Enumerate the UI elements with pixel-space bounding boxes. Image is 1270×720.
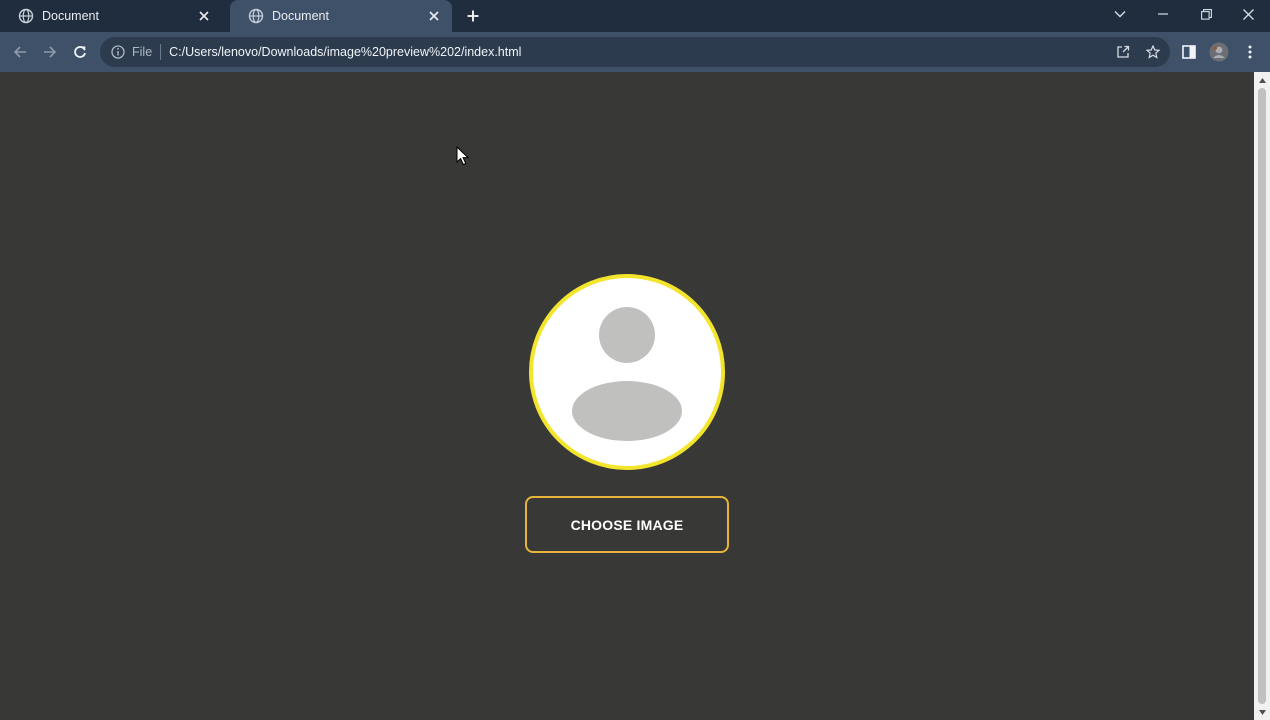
image-preview [529, 274, 725, 470]
new-tab-button[interactable] [462, 6, 484, 26]
omnibox-divider [160, 44, 162, 60]
side-panel-icon [1182, 45, 1196, 59]
close-tab-button[interactable] [196, 8, 212, 24]
browser-menu-button[interactable] [1238, 40, 1262, 64]
site-scheme-label: File [132, 45, 153, 59]
plus-icon [467, 10, 479, 22]
tab-title: Document [42, 9, 99, 23]
url-text[interactable]: C:/Users/lenovo/Downloads/image%20previe… [169, 45, 521, 59]
share-button[interactable] [1111, 40, 1135, 64]
choose-image-button[interactable]: CHOOSE IMAGE [525, 496, 729, 553]
arrow-right-icon [44, 46, 57, 58]
mouse-cursor-icon [456, 146, 470, 166]
restore-icon [1200, 8, 1212, 20]
minimize-button[interactable] [1149, 2, 1177, 26]
page-scrollbar[interactable] [1254, 72, 1270, 720]
minimize-icon [1158, 13, 1168, 15]
scroll-down-arrow[interactable] [1258, 708, 1266, 716]
kebab-menu-icon [1248, 45, 1252, 59]
share-icon [1117, 45, 1130, 58]
browser-toolbar: File C:/Users/lenovo/Downloads/image%20p… [0, 32, 1270, 72]
close-window-button[interactable] [1234, 2, 1262, 26]
star-icon [1146, 45, 1160, 59]
forward-button[interactable] [38, 40, 62, 64]
triangle-down-icon [1258, 709, 1266, 715]
close-icon [1242, 8, 1254, 20]
side-panel-button[interactable] [1177, 40, 1201, 64]
restore-button[interactable] [1192, 2, 1220, 26]
triangle-up-icon [1258, 77, 1266, 83]
reload-button[interactable] [68, 40, 92, 64]
profile-button[interactable] [1207, 40, 1231, 64]
globe-icon [18, 8, 34, 24]
tab-title: Document [272, 9, 329, 23]
user-silhouette-icon [572, 307, 682, 441]
tab-search-button[interactable] [1106, 2, 1134, 26]
info-icon[interactable] [110, 44, 126, 60]
back-button[interactable] [8, 40, 32, 64]
address-bar[interactable]: File C:/Users/lenovo/Downloads/image%20p… [100, 37, 1170, 67]
bookmark-button[interactable] [1141, 40, 1165, 64]
close-tab-button[interactable] [426, 8, 442, 24]
close-icon [429, 11, 439, 21]
scroll-up-arrow[interactable] [1258, 76, 1266, 84]
arrow-left-icon [13, 46, 26, 58]
page-viewport: CHOOSE IMAGE [0, 72, 1254, 720]
close-icon [199, 11, 209, 21]
tab-document-1[interactable]: Document [0, 0, 222, 32]
chevron-down-icon [1114, 11, 1126, 18]
reload-icon [74, 46, 86, 58]
scroll-thumb[interactable] [1258, 88, 1266, 704]
profile-avatar-icon [1209, 42, 1229, 62]
tab-document-2[interactable]: Document [230, 0, 452, 32]
globe-icon [248, 8, 264, 24]
tab-strip: Document Document [0, 0, 1270, 32]
